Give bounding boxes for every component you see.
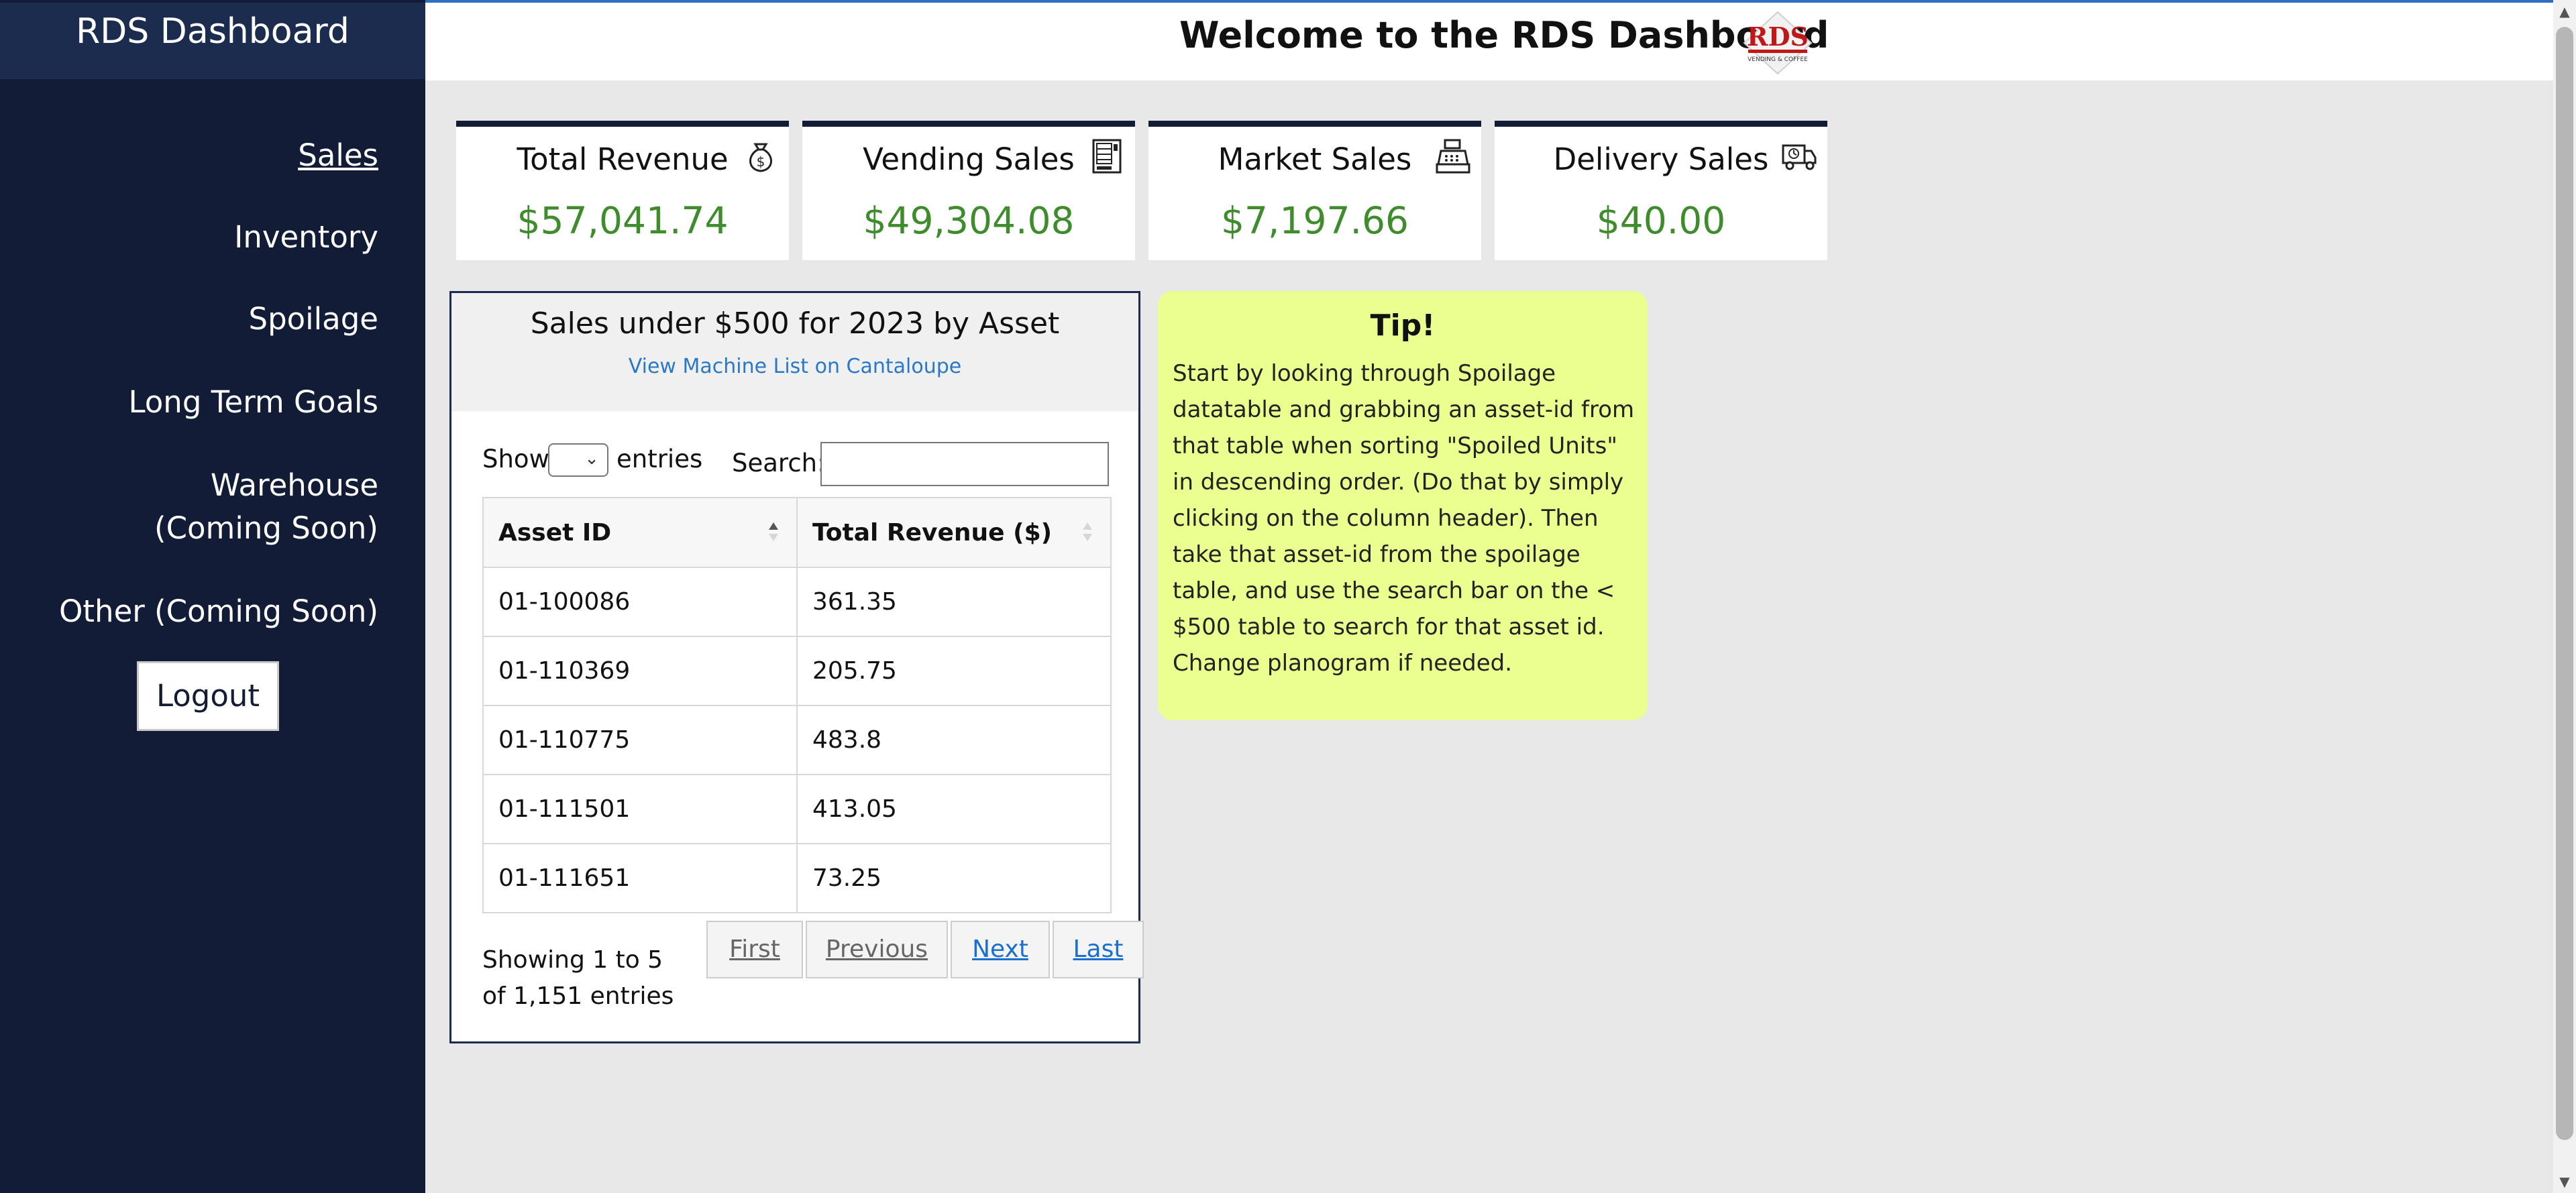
- table-row: 01-110369 205.75: [482, 636, 1112, 706]
- sidebar-item-inventory[interactable]: Inventory: [234, 216, 378, 259]
- revenue-cell: 73.25: [796, 843, 1112, 913]
- chevron-down-icon: ⌄: [584, 449, 599, 469]
- table-info: Showing 1 to 5 of 1,151 entries: [482, 942, 674, 1015]
- revenue-cell: 361.35: [796, 567, 1112, 637]
- entries-per-page-select[interactable]: ⌄: [548, 443, 608, 477]
- table-info-line-1: Showing 1 to 5: [482, 946, 663, 974]
- sidebar-item-warehouse[interactable]: Warehouse (Coming Soon): [97, 464, 378, 550]
- vending-sales-card: Vending Sales $49,304.08: [802, 121, 1135, 260]
- sidebar-title: RDS Dashboard: [0, 3, 425, 79]
- asset-id-cell: 01-100086: [482, 567, 798, 637]
- logout-button[interactable]: Logout: [137, 661, 279, 731]
- market-sales-card: Market Sales $7,197.66: [1148, 121, 1481, 260]
- revenue-cell: 205.75: [796, 636, 1112, 706]
- table-row: 01-110775 483.8: [482, 705, 1112, 775]
- sort-unsorted-icon: [1083, 522, 1092, 541]
- asset-id-cell: 01-110369: [482, 636, 798, 706]
- card-value: $49,304.08: [863, 199, 1075, 242]
- table-info-line-2: of 1,151 entries: [482, 982, 674, 1010]
- delivery-sales-card: Delivery Sales $40.00: [1495, 121, 1827, 260]
- sidebar-item-spoilage[interactable]: Spoilage: [249, 298, 379, 341]
- asset-id-cell: 01-110775: [482, 705, 798, 775]
- card-value: $57,041.74: [517, 199, 729, 242]
- cash-register-icon: [1436, 139, 1470, 174]
- card-title: Delivery Sales: [1553, 141, 1769, 177]
- sales-under-500-panel: Sales under $500 for 2023 by Asset View …: [449, 291, 1144, 1043]
- total-revenue-card: Total Revenue $57,041.74 $: [456, 121, 789, 260]
- sales-table: Asset ID Total Revenue ($) 01-100086 361…: [482, 497, 1112, 913]
- sidebar-item-sales[interactable]: Sales: [298, 134, 378, 177]
- show-label: Show: [482, 445, 549, 473]
- table-row: 01-111651 73.25: [482, 843, 1112, 913]
- card-title: Vending Sales: [863, 141, 1075, 177]
- column-header-asset-id[interactable]: Asset ID: [482, 497, 798, 568]
- pagination-previous-button[interactable]: Previous: [806, 921, 948, 978]
- pagination-last-button[interactable]: Last: [1053, 921, 1144, 978]
- entries-label: entries: [616, 445, 703, 473]
- page-title: Welcome to the RDS Dashboard: [1179, 14, 1829, 56]
- asset-id-cell: 01-111501: [482, 774, 798, 844]
- tip-body: Start by looking through Spoilage datata…: [1173, 360, 1635, 677]
- revenue-cell: 413.05: [796, 774, 1112, 844]
- scrollbar-thumb[interactable]: [2556, 27, 2573, 1140]
- header: Welcome to the RDS Dashboard RDS VENDING…: [425, 3, 2553, 80]
- svg-text:$: $: [757, 154, 765, 170]
- pagination-first-button[interactable]: First: [706, 921, 803, 978]
- card-value: $7,197.66: [1221, 199, 1409, 242]
- tip-box: Tip! Start by looking through Spoilage d…: [1158, 291, 1648, 720]
- column-label: Total Revenue ($): [812, 518, 1053, 547]
- card-value: $40.00: [1596, 199, 1726, 242]
- rds-logo: RDS VENDING & COFFEE: [1743, 11, 1813, 75]
- table-row: 01-111501 413.05: [482, 774, 1112, 844]
- asset-id-cell: 01-111651: [482, 843, 798, 913]
- card-title: Total Revenue: [517, 141, 729, 177]
- panel-title: Sales under $500 for 2023 by Asset: [530, 306, 1060, 341]
- search-label: Search:: [732, 449, 826, 477]
- column-header-total-revenue[interactable]: Total Revenue ($): [796, 497, 1112, 568]
- logo-subtext: VENDING & COFFEE: [1748, 56, 1808, 63]
- column-label: Asset ID: [498, 518, 612, 547]
- delivery-truck-icon: [1782, 144, 1817, 170]
- search-input[interactable]: [820, 442, 1109, 486]
- revenue-cell: 483.8: [796, 705, 1112, 775]
- sidebar-item-long-term-goals[interactable]: Long Term Goals: [128, 381, 378, 424]
- pagination-next-button[interactable]: Next: [951, 921, 1050, 978]
- machine-list-link[interactable]: View Machine List on Cantaloupe: [451, 355, 1138, 378]
- card-title: Market Sales: [1218, 141, 1412, 177]
- money-bag-icon: $: [749, 143, 772, 172]
- sort-ascending-icon: [769, 522, 778, 541]
- panel-header: Sales under $500 for 2023 by Asset View …: [451, 293, 1138, 411]
- vending-machine-icon: [1092, 139, 1122, 174]
- tip-title: Tip!: [1370, 308, 1436, 343]
- scroll-down-icon[interactable]: ▼: [2553, 1170, 2576, 1193]
- sidebar: RDS Dashboard Sales Inventory Spoilage L…: [0, 0, 425, 1193]
- table-row: 01-100086 361.35: [482, 567, 1112, 637]
- scroll-up-icon[interactable]: ▲: [2553, 0, 2576, 23]
- logo-text: RDS: [1747, 21, 1809, 52]
- sidebar-item-other[interactable]: Other (Coming Soon): [59, 590, 378, 633]
